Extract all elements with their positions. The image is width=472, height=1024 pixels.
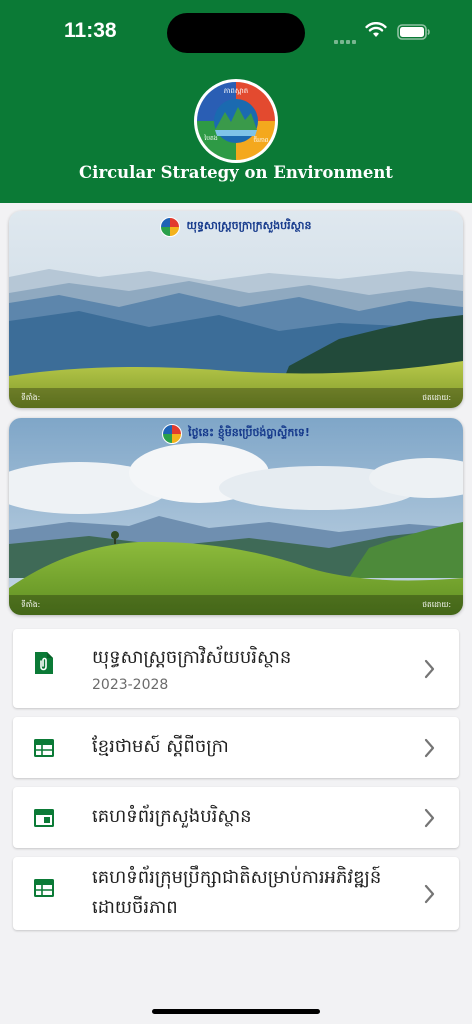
- wifi-icon: [365, 22, 387, 37]
- banner-caption-bar: យុទ្ធសាស្ត្រចក្រាក្រសួងបរិស្ថាន: [9, 211, 463, 243]
- banner-location: ទីតាំង:: [21, 600, 41, 609]
- battery-icon: [397, 24, 430, 40]
- home-indicator[interactable]: [152, 1009, 320, 1014]
- web-window-icon: [34, 809, 54, 827]
- menu-item-calendar[interactable]: ខ្មែរថាមស៍ ស្ដីពីចក្រា: [13, 717, 459, 778]
- status-time: 11:38: [64, 19, 117, 42]
- app-title: Circular Strategy on Environment: [79, 163, 393, 182]
- chevron-right-icon: [424, 808, 435, 828]
- menu-item-subtitle: 2023-2028: [92, 677, 169, 693]
- banner-location: ទីតាំង:: [21, 393, 41, 402]
- menu-item-title: គេហទំព័រក្រសួងបរិស្ថាន: [92, 806, 252, 827]
- chevron-right-icon: [424, 884, 435, 904]
- banner-photographer: ថតដោយ:: [422, 600, 451, 609]
- ministry-logo-small: [162, 424, 183, 444]
- banner-mountains[interactable]: យុទ្ធសាស្ត្រចក្រាក្រសួងបរិស្ថាន ទីតាំង: …: [9, 211, 463, 408]
- chevron-right-icon: [424, 738, 435, 758]
- banner-credit-bar: ទីតាំង: ថតដោយ:: [9, 388, 463, 408]
- menu-item-ministry-website[interactable]: គេហទំព័រក្រសួងបរិស្ថាន: [13, 787, 459, 848]
- menu-item-strategy-document[interactable]: យុទ្ធសាស្ត្រចក្រាវិស័យបរិស្ថាន 2023-2028: [13, 629, 459, 708]
- calendar-grid-icon: [34, 739, 54, 757]
- menu-item-title: គេហទំព័រក្រុមប្រឹក្សាជាតិសម្រាប់ការអភិវឌ…: [92, 867, 382, 918]
- banner-caption-bar: ថ្ងៃនេះ ខ្ញុំមិនប្រើថង់ប្លាស្ទិកទេ!: [9, 418, 463, 450]
- menu-item-title: ខ្មែរថាមស៍ ស្ដីពីចក្រា: [92, 736, 229, 757]
- cellular-signal-icon: [334, 29, 358, 48]
- menu-item-council-website[interactable]: គេហទំព័រក្រុមប្រឹក្សាជាតិសម្រាប់ការអភិវឌ…: [13, 857, 459, 930]
- pdf-document-icon: [35, 652, 53, 674]
- banner-hills[interactable]: ថ្ងៃនេះ ខ្ញុំមិនប្រើថង់ប្លាស្ទិកទេ! ទីតា…: [9, 418, 463, 615]
- banner-photographer: ថតដោយ:: [422, 393, 451, 402]
- menu-item-title: យុទ្ធសាស្ត្រចក្រាវិស័យបរិស្ថាន: [92, 647, 292, 668]
- status-bar: 11:38: [0, 0, 472, 62]
- ministry-logo-small: [160, 217, 181, 237]
- banner-caption: យុទ្ធសាស្ត្រចក្រាក្រសួងបរិស្ថាន: [186, 219, 312, 232]
- dynamic-island: [167, 13, 305, 53]
- logo-text-top: ភាពស្អាត: [224, 87, 248, 95]
- banner-credit-bar: ទីតាំង: ថតដោយ:: [9, 595, 463, 615]
- logo-text-left: បៃតង: [203, 134, 218, 142]
- logo-text-right: ចីរភាព: [253, 136, 269, 144]
- ministry-logo: ភាពស្អាត បៃតង ចីរភាព: [194, 79, 278, 163]
- chevron-right-icon: [424, 659, 435, 679]
- calendar-grid-icon: [34, 879, 54, 897]
- app-header: 11:38 ភាពស្អាត បៃតង ចីរភាព Circular Stra…: [0, 0, 472, 203]
- banner-caption: ថ្ងៃនេះ ខ្ញុំមិនប្រើថង់ប្លាស្ទិកទេ!: [188, 426, 310, 439]
